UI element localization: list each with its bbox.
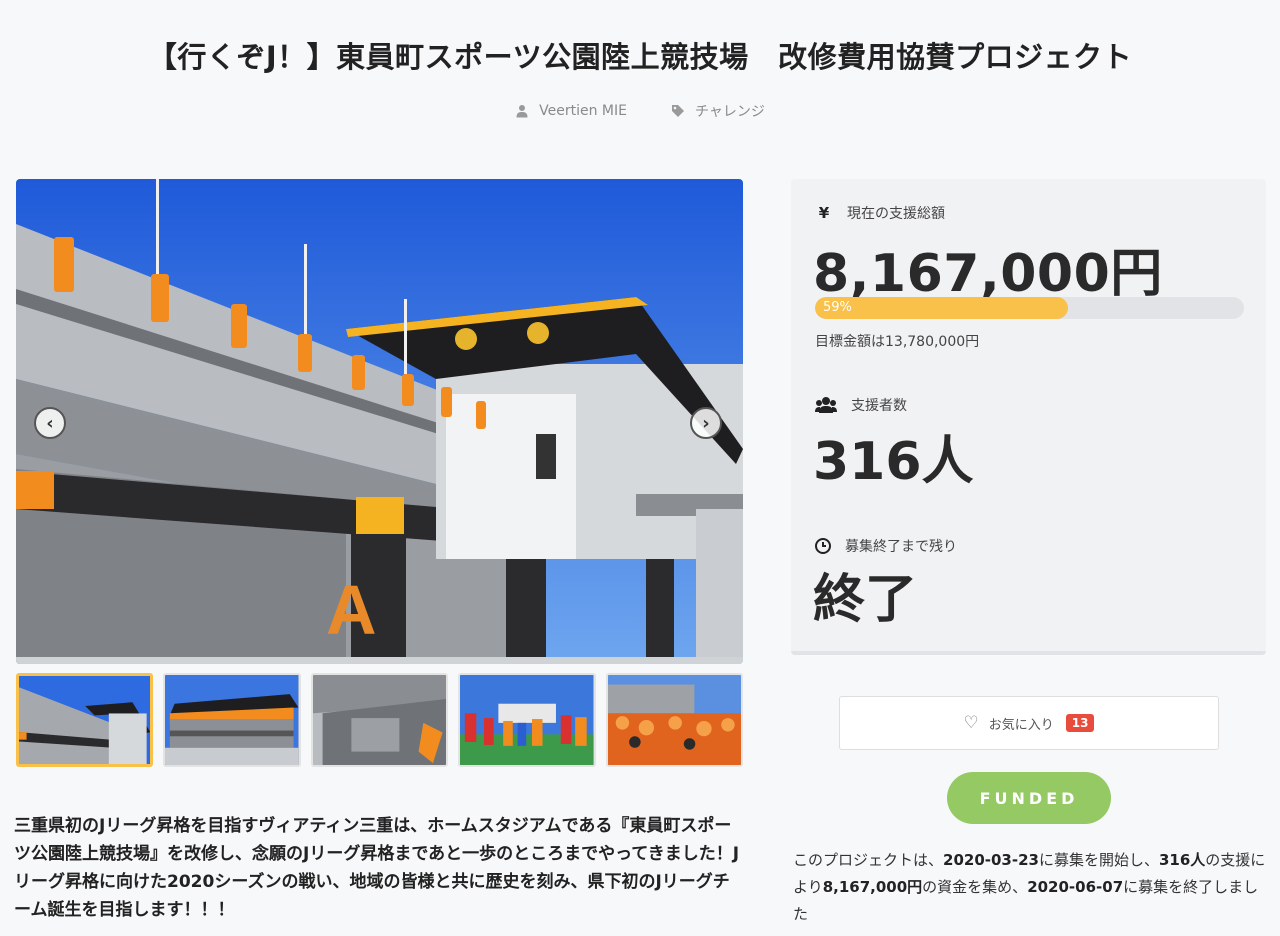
start-date: 2020-03-23	[943, 851, 1039, 869]
project-meta: Veertien MIE チャレンジ	[0, 101, 1280, 121]
stadium-thumbnail	[312, 675, 447, 765]
author-link[interactable]: Veertien MIE	[515, 101, 627, 121]
clock-icon	[815, 538, 831, 554]
progress-bar: 59%	[815, 297, 1244, 319]
author-name: Veertien MIE	[539, 103, 627, 119]
amount-label-text: 現在の支援総額	[847, 206, 945, 222]
end-date: 2020-06-07	[1027, 878, 1124, 896]
favorite-count-badge: 13	[1065, 714, 1095, 732]
thumbnail-5[interactable]	[605, 673, 743, 767]
user-icon	[516, 105, 528, 118]
gallery-prev-button[interactable]: ‹	[34, 407, 66, 439]
thumbnail-2[interactable]	[163, 673, 301, 767]
favorite-label: お気に入り	[988, 717, 1054, 733]
page-title: 【行くぞJ！】東員町スポーツ公園陸上競技場 改修費用協賛プロジェクト	[147, 40, 1133, 74]
progress-percent: 59%	[823, 300, 852, 315]
tag-icon	[671, 105, 684, 117]
category-name: チャレンジ	[694, 104, 765, 120]
favorite-button[interactable]: ♡ お気に入り 13	[839, 696, 1219, 750]
heart-icon: ♡	[963, 713, 979, 733]
summary-amount: 8,167,000円	[822, 878, 923, 896]
funding-summary: このプロジェクトは、2020-03-23に募集を開始し、316人の支援により8,…	[793, 847, 1268, 928]
progress-fill: 59%	[815, 297, 1069, 319]
funded-badge: FUNDED	[947, 772, 1111, 824]
svg-text:A: A	[326, 571, 377, 649]
remaining-value: 終了	[813, 570, 918, 630]
stadium-photo: A	[16, 179, 743, 664]
gallery-next-button[interactable]: ›	[690, 407, 722, 439]
goal-text: 目標金額は13,780,000円	[815, 334, 980, 350]
chevron-right-icon: ›	[702, 412, 710, 434]
category-link[interactable]: チャレンジ	[671, 101, 765, 121]
players-thumbnail	[460, 675, 594, 765]
stats-card: ¥ 現在の支援総額 8,167,000円 59% 目標金額は13,780,000…	[791, 179, 1266, 655]
thumbnail-4[interactable]	[458, 673, 596, 767]
amount-value: 8,167,000円	[813, 244, 1163, 304]
amount-label: ¥ 現在の支援総額	[815, 203, 945, 223]
remaining-label: 募集終了まで残り	[815, 536, 957, 556]
summary-text: に募集を開始し、	[1038, 851, 1159, 869]
thumbnail-3[interactable]	[310, 673, 449, 767]
remaining-label-text: 募集終了まで残り	[845, 539, 957, 555]
yen-icon: ¥	[818, 204, 830, 222]
backers-value: 316人	[813, 432, 974, 492]
stadium-thumbnail	[19, 676, 151, 764]
summary-text: の資金を集め、	[922, 878, 1028, 896]
backers-label-text: 支援者数	[851, 398, 907, 414]
users-icon	[815, 397, 837, 413]
main-photo[interactable]: A	[16, 179, 743, 664]
summary-text: このプロジェクトは、	[793, 851, 944, 869]
backers-label: 支援者数	[815, 395, 907, 415]
project-description: 三重県初のJリーグ昇格を目指すヴィアティン三重は、ホームスタジアムである『東員町…	[14, 816, 740, 920]
thumbnail-strip	[16, 673, 743, 767]
summary-backers: 316人	[1158, 851, 1206, 869]
stadium-thumbnail	[165, 675, 299, 765]
fans-thumbnail	[607, 675, 741, 765]
chevron-left-icon: ‹	[46, 412, 54, 434]
thumbnail-1[interactable]	[16, 673, 154, 767]
